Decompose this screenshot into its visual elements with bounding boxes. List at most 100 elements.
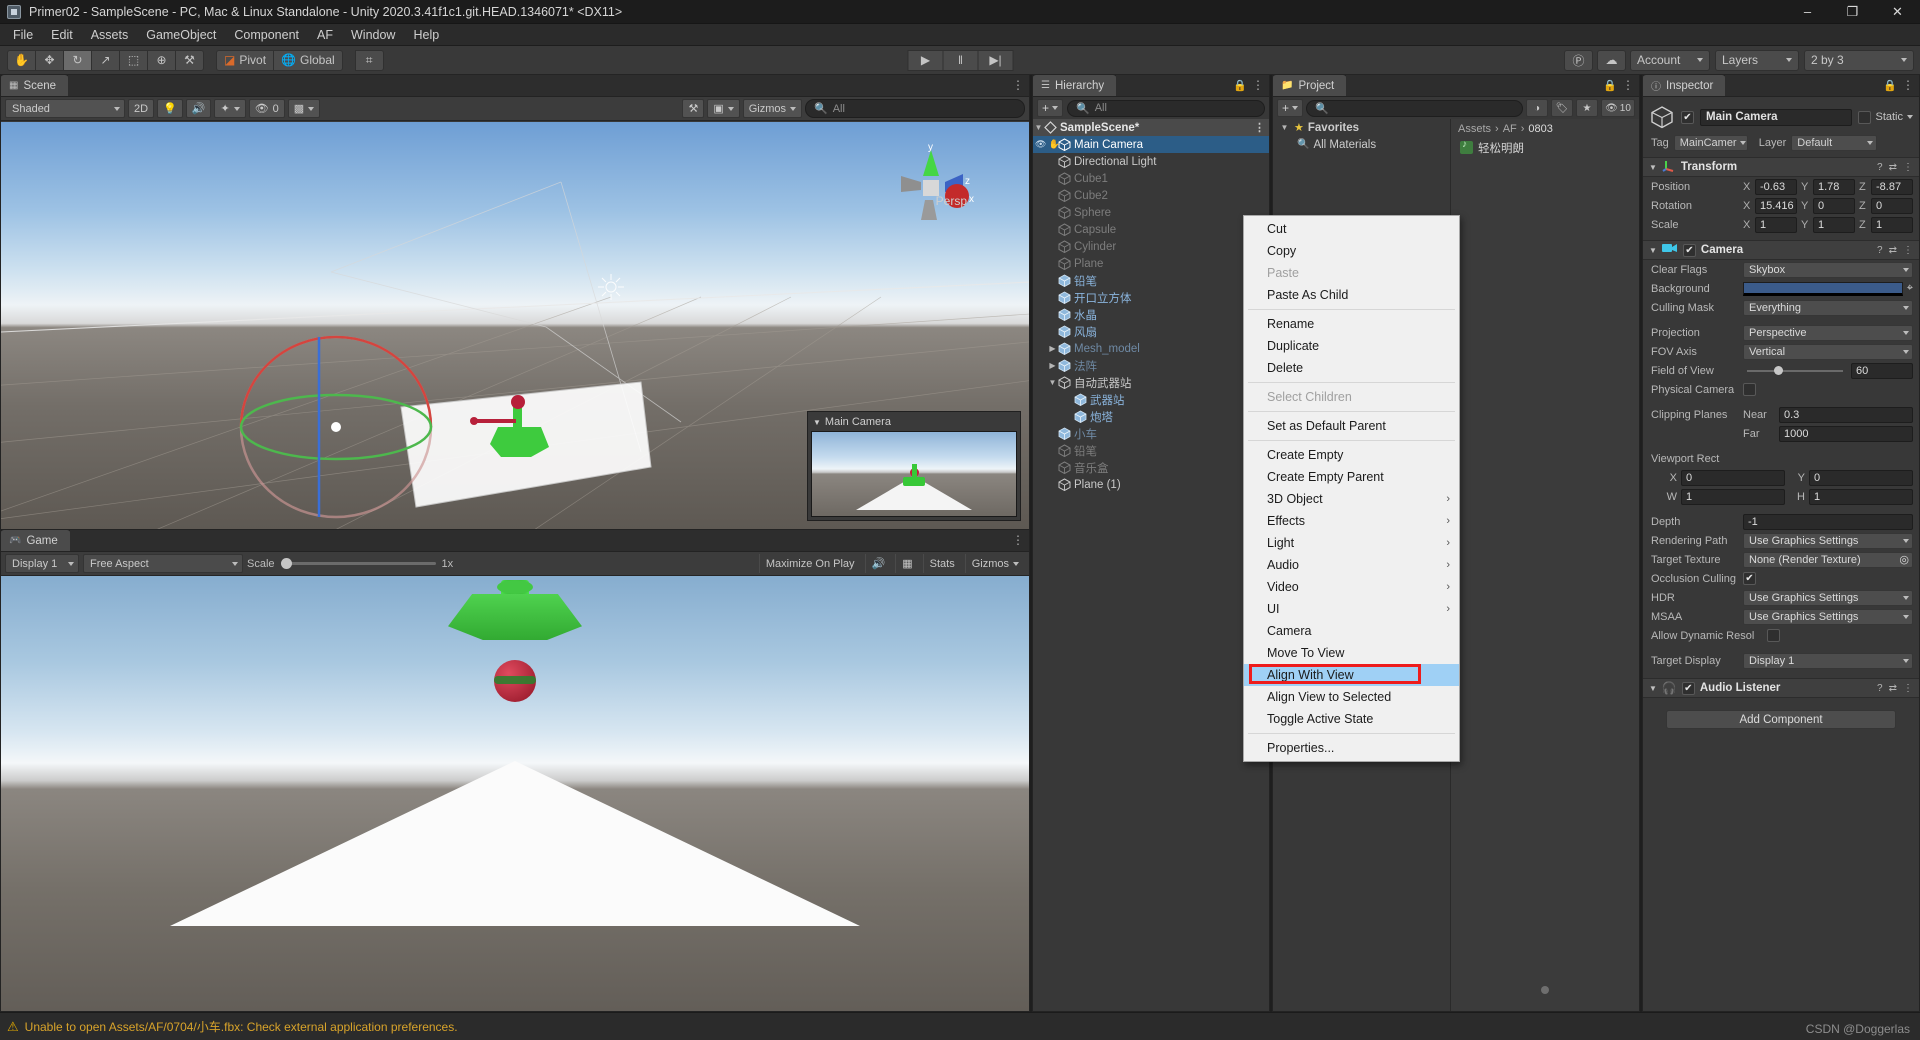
- background-color-field[interactable]: [1743, 281, 1903, 296]
- axis-value-field[interactable]: 0: [1871, 197, 1913, 214]
- scene-row-menu-icon[interactable]: ⋮: [1254, 121, 1265, 134]
- menu-help[interactable]: Help: [404, 26, 448, 44]
- hdr-dropdown[interactable]: Use Graphics Settings: [1743, 589, 1913, 606]
- context-menu-item[interactable]: Toggle Active State: [1244, 708, 1459, 730]
- inspector-panel-menu-icon[interactable]: ⋮: [1902, 79, 1914, 91]
- game-panel-menu-icon[interactable]: ⋮: [1012, 534, 1024, 546]
- project-add-button[interactable]: +: [1277, 99, 1304, 117]
- eyedropper-icon[interactable]: ⌖: [1907, 282, 1913, 295]
- project-search-input[interactable]: 🔍: [1306, 99, 1523, 117]
- audio-listener-enabled-checkbox[interactable]: ✔: [1681, 681, 1695, 695]
- tab-inspector[interactable]: ⓘ Inspector: [1643, 75, 1726, 96]
- viewport-h-field[interactable]: 1: [1809, 488, 1913, 505]
- context-menu-item[interactable]: Align View to Selected: [1244, 686, 1459, 708]
- gameobject-context-menu[interactable]: Cut Copy Paste Paste As Child Rename Duplicat…: [1243, 215, 1460, 762]
- component-actions-transform[interactable]: ? ⇄ ⋮: [1877, 162, 1913, 173]
- lock-icon[interactable]: 🔒: [1603, 79, 1617, 92]
- visibility-toggle-icon[interactable]: 👁 ✋: [1035, 139, 1060, 150]
- context-menu-item[interactable]: Align With View: [1244, 664, 1459, 686]
- hierarchy-item[interactable]: 开口立方体: [1033, 289, 1269, 306]
- context-menu-item[interactable]: Duplicate: [1244, 335, 1459, 357]
- scene-gizmos-dropdown[interactable]: Gizmos: [742, 99, 802, 118]
- scene-tools-icon[interactable]: ⚒: [682, 99, 705, 118]
- fov-knob[interactable]: [1773, 365, 1783, 375]
- label-filter-icon[interactable]: 🏷: [1551, 99, 1573, 117]
- collapse-arrow-icon[interactable]: ▼: [813, 418, 821, 427]
- mute-audio-icon[interactable]: 🔊: [864, 554, 892, 573]
- scene-fx-dropdown[interactable]: ✦: [214, 99, 246, 118]
- context-menu-item[interactable]: Camera: [1244, 620, 1459, 642]
- kebab-menu-icon[interactable]: ⋮: [1903, 162, 1913, 173]
- preset-icon[interactable]: ⇄: [1889, 683, 1897, 694]
- tag-dropdown[interactable]: MainCamer: [1673, 135, 1748, 151]
- hierarchy-scene-row[interactable]: ▼ SampleScene* ⋮: [1033, 119, 1269, 136]
- context-menu-item[interactable]: UI ›: [1244, 598, 1459, 620]
- scene-grid-dropdown[interactable]: ▩: [287, 99, 321, 118]
- menu-gameobject[interactable]: GameObject: [137, 26, 225, 44]
- global-toggle[interactable]: 🌐 Global: [273, 49, 343, 71]
- msaa-dropdown[interactable]: Use Graphics Settings: [1743, 608, 1913, 625]
- hierarchy-item[interactable]: 铅笔: [1033, 442, 1269, 459]
- hierarchy-item[interactable]: 风扇: [1033, 323, 1269, 340]
- add-component-button[interactable]: Add Component: [1666, 710, 1896, 729]
- hierarchy-item[interactable]: 武器站: [1033, 391, 1269, 408]
- breadcrumb-assets[interactable]: Assets: [1458, 123, 1491, 135]
- hierarchy-item[interactable]: ▶ Mesh_model: [1033, 340, 1269, 357]
- hierarchy-item[interactable]: 水晶: [1033, 306, 1269, 323]
- context-menu-item[interactable]: Create Empty: [1244, 444, 1459, 466]
- context-menu-item[interactable]: Properties...: [1244, 737, 1459, 759]
- hierarchy-tree[interactable]: ▼ SampleScene* ⋮ 👁 ✋ Main Camera Direction…: [1033, 119, 1269, 1011]
- physical-camera-checkbox[interactable]: [1743, 383, 1756, 396]
- transform-tool-icon[interactable]: ⊕: [147, 49, 176, 71]
- component-header-audio-listener[interactable]: ▼ 🎧 ✔ Audio Listener ? ⇄ ⋮: [1643, 678, 1919, 698]
- game-stats-icon[interactable]: ▦: [895, 554, 918, 573]
- window-controls[interactable]: – ❐ ✕: [1785, 0, 1920, 24]
- close-button[interactable]: ✕: [1875, 0, 1920, 24]
- preset-icon[interactable]: ⇄: [1889, 245, 1897, 256]
- viewport-x-field[interactable]: 0: [1681, 469, 1785, 486]
- object-name-field[interactable]: Main Camera: [1700, 108, 1853, 126]
- scene-visibility-toggle[interactable]: 👁 0: [248, 99, 285, 118]
- help-icon[interactable]: ?: [1877, 162, 1883, 173]
- object-picker-icon[interactable]: ◎: [1899, 553, 1909, 566]
- hierarchy-item[interactable]: Plane (1): [1033, 476, 1269, 493]
- axis-value-field[interactable]: 1: [1813, 216, 1855, 233]
- static-toggle-group[interactable]: Static: [1858, 110, 1913, 124]
- hierarchy-item[interactable]: 👁 ✋ Main Camera: [1033, 136, 1269, 153]
- custom-tool-icon[interactable]: ⚒: [175, 49, 204, 71]
- minimize-button[interactable]: –: [1785, 0, 1830, 24]
- context-menu-item[interactable]: Rename: [1244, 313, 1459, 335]
- toggle-2d-button[interactable]: 2D: [128, 99, 155, 118]
- component-actions-audio-listener[interactable]: ? ⇄ ⋮: [1877, 683, 1913, 694]
- camera-enabled-checkbox[interactable]: ✔: [1682, 243, 1696, 257]
- context-menu-item[interactable]: 3D Object ›: [1244, 488, 1459, 510]
- far-field[interactable]: 1000: [1779, 425, 1913, 442]
- viewport-w-field[interactable]: 1: [1681, 488, 1785, 505]
- scene-audio-icon[interactable]: 🔊: [185, 99, 212, 118]
- status-bar[interactable]: ⚠ Unable to open Assets/AF/0704/小车.fbx: …: [0, 1012, 1920, 1040]
- star-filter-icon[interactable]: ★: [1576, 99, 1598, 117]
- move-tool-icon[interactable]: ✥: [35, 49, 64, 71]
- menu-assets[interactable]: Assets: [82, 26, 138, 44]
- chevron-down-icon[interactable]: [1907, 115, 1913, 119]
- project-zoom-slider[interactable]: [1451, 986, 1639, 997]
- breadcrumb-af[interactable]: AF: [1503, 123, 1517, 135]
- cloud-icon[interactable]: ☁: [1597, 49, 1626, 71]
- game-viewport[interactable]: [1, 576, 1029, 1011]
- project-visibility-toggle[interactable]: 👁 10: [1601, 99, 1635, 117]
- layer-dropdown[interactable]: Default: [1791, 135, 1878, 151]
- target-texture-field[interactable]: None (Render Texture) ◎: [1743, 551, 1913, 568]
- hierarchy-item[interactable]: 炮塔: [1033, 408, 1269, 425]
- layers-dropdown[interactable]: Layers: [1715, 49, 1799, 71]
- collapse-arrow-icon[interactable]: ▼: [1033, 123, 1044, 132]
- hierarchy-item[interactable]: Plane: [1033, 255, 1269, 272]
- scene-panel-menu-icon[interactable]: ⋮: [1012, 79, 1024, 91]
- pivot-toggle[interactable]: ◪ Pivot: [216, 49, 275, 71]
- project-favorites-row[interactable]: ▼ ★ Favorites: [1273, 119, 1450, 136]
- display-dropdown[interactable]: Display 1: [5, 554, 79, 573]
- component-header-transform[interactable]: ▼ Transform ? ⇄ ⋮: [1643, 157, 1919, 177]
- fov-value-field[interactable]: 60: [1851, 362, 1913, 379]
- scale-tool-icon[interactable]: ↗: [91, 49, 120, 71]
- allow-dynamic-checkbox[interactable]: [1767, 629, 1780, 642]
- axis-value-field[interactable]: -8.87: [1871, 178, 1913, 195]
